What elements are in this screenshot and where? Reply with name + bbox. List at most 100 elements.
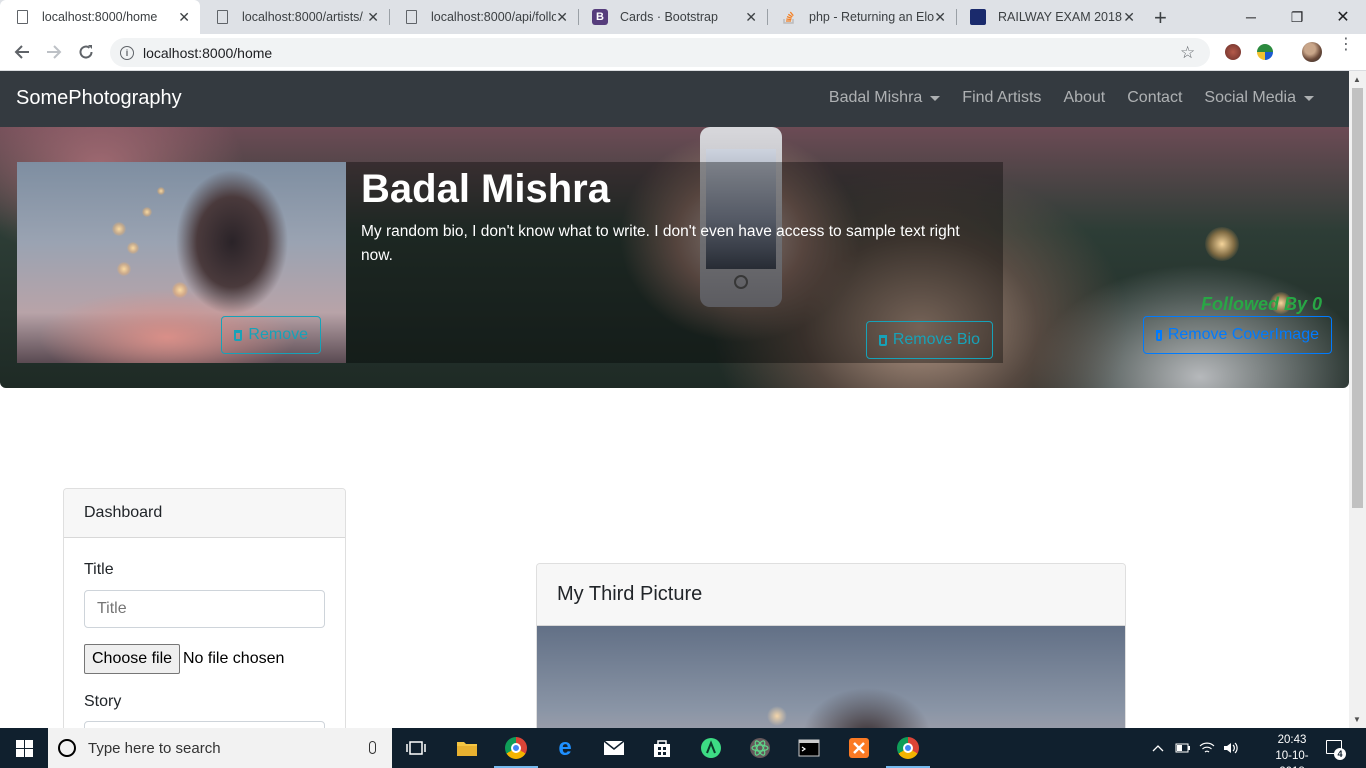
title-input[interactable] xyxy=(84,590,325,628)
edge-icon[interactable]: e xyxy=(551,734,579,762)
address-bar[interactable]: i localhost:8000/home xyxy=(110,38,1210,67)
document-icon xyxy=(14,9,30,25)
reload-icon[interactable] xyxy=(74,40,98,64)
caret-down-icon xyxy=(1304,95,1314,101)
tab-home[interactable]: localhost:8000/home ✕ xyxy=(0,0,200,34)
tab-title: Cards · Bootstrap xyxy=(620,10,718,24)
tab-title: localhost:8000/api/follo xyxy=(431,10,556,24)
title-label: Title xyxy=(84,561,114,578)
nav-user-dropdown[interactable]: Badal Mishra xyxy=(818,89,951,107)
remove-bio-button[interactable]: Remove Bio xyxy=(866,321,993,359)
terminal-icon[interactable] xyxy=(795,734,823,762)
tab-api-follow[interactable]: localhost:8000/api/follo ✕ xyxy=(389,0,578,34)
picture-title: My Third Picture xyxy=(537,564,1125,626)
close-icon[interactable]: ✕ xyxy=(178,9,190,26)
close-icon[interactable]: ✕ xyxy=(934,9,946,26)
tab-railway-exam[interactable]: RAILWAY EXAM 2018. L ✕ xyxy=(956,0,1145,34)
document-icon xyxy=(214,9,230,25)
nav-social-media-dropdown[interactable]: Social Media xyxy=(1193,89,1325,107)
tab-title: php - Returning an Eloq xyxy=(809,10,934,24)
nav-contact[interactable]: Contact xyxy=(1116,89,1193,107)
tab-artists[interactable]: localhost:8000/artists/1 ✕ xyxy=(200,0,389,34)
file-explorer-icon[interactable] xyxy=(453,734,481,762)
nav-about[interactable]: About xyxy=(1052,89,1116,107)
close-icon[interactable]: ✕ xyxy=(1123,9,1135,26)
trash-icon xyxy=(234,329,243,341)
window-close-icon[interactable]: ✕ xyxy=(1320,0,1366,34)
store-icon[interactable] xyxy=(648,734,676,762)
button-label: Remove xyxy=(248,326,308,343)
story-label: Story xyxy=(84,693,122,710)
file-status-text: No file chosen xyxy=(183,650,285,667)
menu-kebab-icon[interactable]: ⋮ xyxy=(1338,37,1354,53)
forward-icon[interactable] xyxy=(42,40,66,64)
atom-icon[interactable] xyxy=(746,734,774,762)
wifi-icon[interactable] xyxy=(1199,728,1215,768)
microphone-icon[interactable] xyxy=(369,741,376,754)
bookmark-star-icon[interactable]: ☆ xyxy=(1180,43,1195,63)
browser-toolbar: i localhost:8000/home xyxy=(0,34,1366,71)
button-label: Remove CoverImage xyxy=(1167,326,1319,343)
info-icon[interactable]: i xyxy=(120,45,134,60)
restore-icon[interactable]: ❐ xyxy=(1274,0,1320,34)
close-icon[interactable]: ✕ xyxy=(745,9,757,26)
android-studio-icon[interactable] xyxy=(697,734,725,762)
scroll-up-icon[interactable]: ▲ xyxy=(1353,75,1361,84)
extension-icon[interactable] xyxy=(1225,44,1241,60)
scroll-down-icon[interactable]: ▼ xyxy=(1353,715,1361,724)
profile-name: Badal Mishra xyxy=(361,167,610,211)
tab-stackoverflow[interactable]: php - Returning an Eloq ✕ xyxy=(767,0,956,34)
remove-profile-image-button[interactable]: Remove xyxy=(221,316,321,354)
notification-count-badge: 4 xyxy=(1334,748,1346,760)
choose-file-button[interactable]: Choose file xyxy=(84,644,181,674)
page-viewport: SomePhotography Badal Mishra Find Artist… xyxy=(0,71,1366,728)
button-label: Remove Bio xyxy=(892,331,980,348)
windows-taskbar: Type here to search e 20:43 10-10-2018 xyxy=(0,728,1366,768)
dashboard-header: Dashboard xyxy=(64,489,345,538)
nav-social-label: Social Media xyxy=(1204,89,1296,106)
picture-image[interactable] xyxy=(537,626,1125,728)
trash-icon xyxy=(1156,329,1162,341)
clock-date: 10-10-2018 xyxy=(1275,750,1309,768)
chrome-icon[interactable] xyxy=(494,734,538,768)
xampp-icon[interactable] xyxy=(845,734,873,762)
system-clock[interactable]: 20:43 10-10-2018 xyxy=(1268,732,1316,768)
cover-image: Badal Mishra My random bio, I don't know… xyxy=(0,127,1349,388)
new-tab-icon[interactable]: + xyxy=(1154,5,1167,31)
tab-title: localhost:8000/home xyxy=(42,10,158,24)
site-navbar: SomePhotography Badal Mishra Find Artist… xyxy=(0,71,1349,127)
tab-title: localhost:8000/artists/1 xyxy=(242,10,364,24)
browser-tab-strip: localhost:8000/home ✕ localhost:8000/art… xyxy=(0,0,1366,34)
search-placeholder: Type here to search xyxy=(88,739,221,757)
railway-icon xyxy=(970,9,986,25)
tab-title: RAILWAY EXAM 2018. L xyxy=(998,10,1123,24)
nav-links: Badal Mishra Find Artists About Contact … xyxy=(818,89,1325,107)
battery-icon[interactable] xyxy=(1175,728,1191,768)
story-textarea[interactable] xyxy=(84,721,325,728)
profile-avatar[interactable] xyxy=(1302,42,1322,62)
taskbar-search[interactable]: Type here to search xyxy=(48,728,392,768)
windows-start-icon[interactable] xyxy=(16,740,33,757)
show-hidden-icons[interactable] xyxy=(1152,728,1164,768)
page-scrollbar[interactable]: ▲ ▼ xyxy=(1349,71,1366,728)
scrollbar-thumb[interactable] xyxy=(1352,88,1363,508)
close-icon[interactable]: ✕ xyxy=(367,9,379,26)
volume-icon[interactable] xyxy=(1223,728,1239,768)
close-icon[interactable]: ✕ xyxy=(556,9,568,26)
task-view-icon[interactable] xyxy=(402,734,430,762)
trash-icon xyxy=(879,334,887,346)
mail-icon[interactable] xyxy=(600,734,628,762)
chrome-icon[interactable] xyxy=(886,734,930,768)
bokeh-light xyxy=(1205,227,1239,261)
picture-card: My Third Picture xyxy=(536,563,1126,728)
brand-logo[interactable]: SomePhotography xyxy=(16,87,182,110)
tab-bootstrap-cards[interactable]: B Cards · Bootstrap ✕ xyxy=(578,0,767,34)
bootstrap-icon: B xyxy=(592,9,608,25)
nav-find-artists[interactable]: Find Artists xyxy=(951,89,1052,107)
minimize-icon[interactable]: ─ xyxy=(1228,0,1274,34)
remove-cover-image-button[interactable]: Remove CoverImage xyxy=(1143,316,1332,354)
back-icon[interactable] xyxy=(10,40,34,64)
extension-icon[interactable] xyxy=(1257,44,1273,60)
document-icon xyxy=(403,9,419,25)
cortana-icon xyxy=(58,739,76,757)
